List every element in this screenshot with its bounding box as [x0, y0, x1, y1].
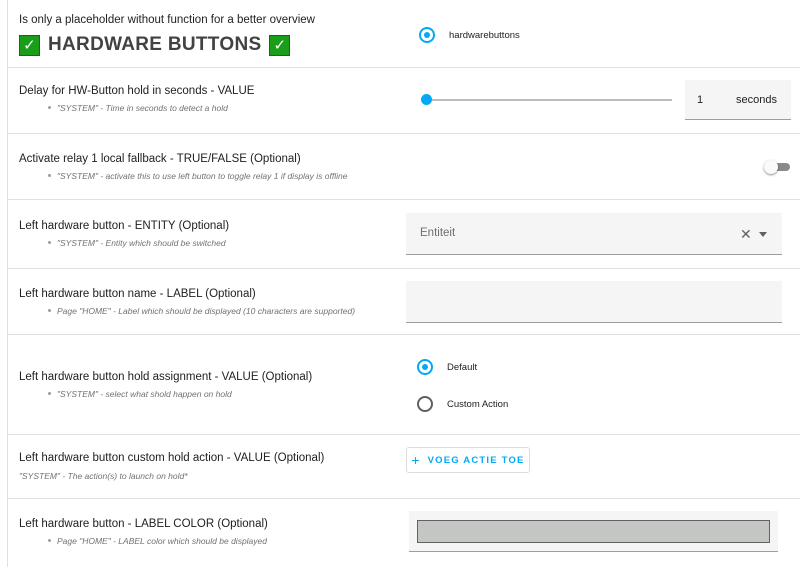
- radio-option-custom-action[interactable]: Custom Action: [417, 396, 508, 412]
- add-action-label: VOEG ACTIE TOE: [427, 454, 525, 466]
- slider-thumb[interactable]: [421, 94, 432, 105]
- row-description: "SYSTEM" - The action(s) to launch on ho…: [19, 471, 188, 481]
- radio-option-hardwarebuttons[interactable]: hardwarebuttons: [419, 27, 520, 43]
- radio-label: Default: [447, 361, 478, 373]
- hold-delay-input[interactable]: 1 seconds: [685, 80, 791, 120]
- radio-label: hardwarebuttons: [449, 29, 520, 41]
- row-description: Page "HOME" - Label which should be disp…: [48, 306, 355, 316]
- color-swatch[interactable]: [417, 520, 770, 543]
- toggle-knob[interactable]: [764, 160, 778, 174]
- row-custom-hold-action: Left hardware button custom hold action …: [8, 434, 800, 499]
- row-description: Page "HOME" - LABEL color which should b…: [48, 536, 267, 546]
- row-description: "SYSTEM" - select what shold happen on h…: [48, 389, 232, 399]
- radio-label: Custom Action: [447, 398, 509, 410]
- radio-button[interactable]: [419, 27, 435, 43]
- bullet-icon: [48, 309, 51, 313]
- bullet-icon: [48, 106, 51, 110]
- row-description: "SYSTEM" - activate this to use left but…: [48, 171, 347, 181]
- entity-placeholder: Entiteit: [420, 227, 456, 239]
- section-heading-text: HARDWARE BUTTONS: [48, 34, 262, 55]
- check-mark-icon: ✓: [19, 34, 40, 56]
- row-description: "SYSTEM" - Entity which should be switch…: [48, 238, 226, 248]
- plus-icon: +: [411, 452, 420, 468]
- row-title: Delay for HW-Button hold in seconds - VA…: [19, 85, 255, 97]
- button-name-input[interactable]: [406, 281, 782, 323]
- entity-picker[interactable]: Entiteit ✕: [406, 213, 782, 255]
- relay-fallback-toggle[interactable]: [764, 160, 790, 174]
- bullet-icon: [48, 174, 51, 178]
- row-title: Activate relay 1 local fallback - TRUE/F…: [19, 153, 301, 165]
- hold-delay-unit: seconds: [736, 94, 777, 106]
- row-title: Is only a placeholder without function f…: [19, 14, 315, 26]
- hold-delay-slider[interactable]: [421, 94, 672, 105]
- radio-button[interactable]: [417, 396, 433, 412]
- settings-panel: Is only a placeholder without function f…: [7, 0, 800, 567]
- section-heading: ✓ HARDWARE BUTTONS ✓: [19, 34, 291, 56]
- row-title: Left hardware button - LABEL COLOR (Opti…: [19, 518, 268, 530]
- bullet-icon: [48, 392, 51, 396]
- check-mark-icon: ✓: [269, 34, 291, 56]
- row-title: Left hardware button custom hold action …: [19, 452, 325, 464]
- arrow-drop-down-icon[interactable]: [759, 232, 767, 237]
- bullet-icon: [48, 539, 51, 543]
- hold-delay-value[interactable]: 1: [697, 94, 703, 106]
- row-hold-assignment: Left hardware button hold assignment - V…: [8, 334, 800, 435]
- row-description: "SYSTEM" - Time in seconds to detect a h…: [48, 103, 228, 113]
- row-relay-fallback: Activate relay 1 local fallback - TRUE/F…: [8, 133, 800, 200]
- row-hold-delay: Delay for HW-Button hold in seconds - VA…: [8, 67, 800, 134]
- row-title: Left hardware button hold assignment - V…: [19, 371, 313, 383]
- row-hardware-buttons: Is only a placeholder without function f…: [8, 0, 800, 68]
- close-icon[interactable]: ✕: [740, 226, 752, 243]
- bullet-icon: [48, 241, 51, 245]
- row-title: Left hardware button name - LABEL (Optio…: [19, 288, 256, 300]
- row-title: Left hardware button - ENTITY (Optional): [19, 220, 230, 232]
- radio-button[interactable]: [417, 359, 433, 375]
- radio-option-default[interactable]: Default: [417, 359, 477, 375]
- label-color-picker[interactable]: [409, 511, 778, 552]
- add-action-button[interactable]: + VOEG ACTIE TOE: [406, 447, 530, 473]
